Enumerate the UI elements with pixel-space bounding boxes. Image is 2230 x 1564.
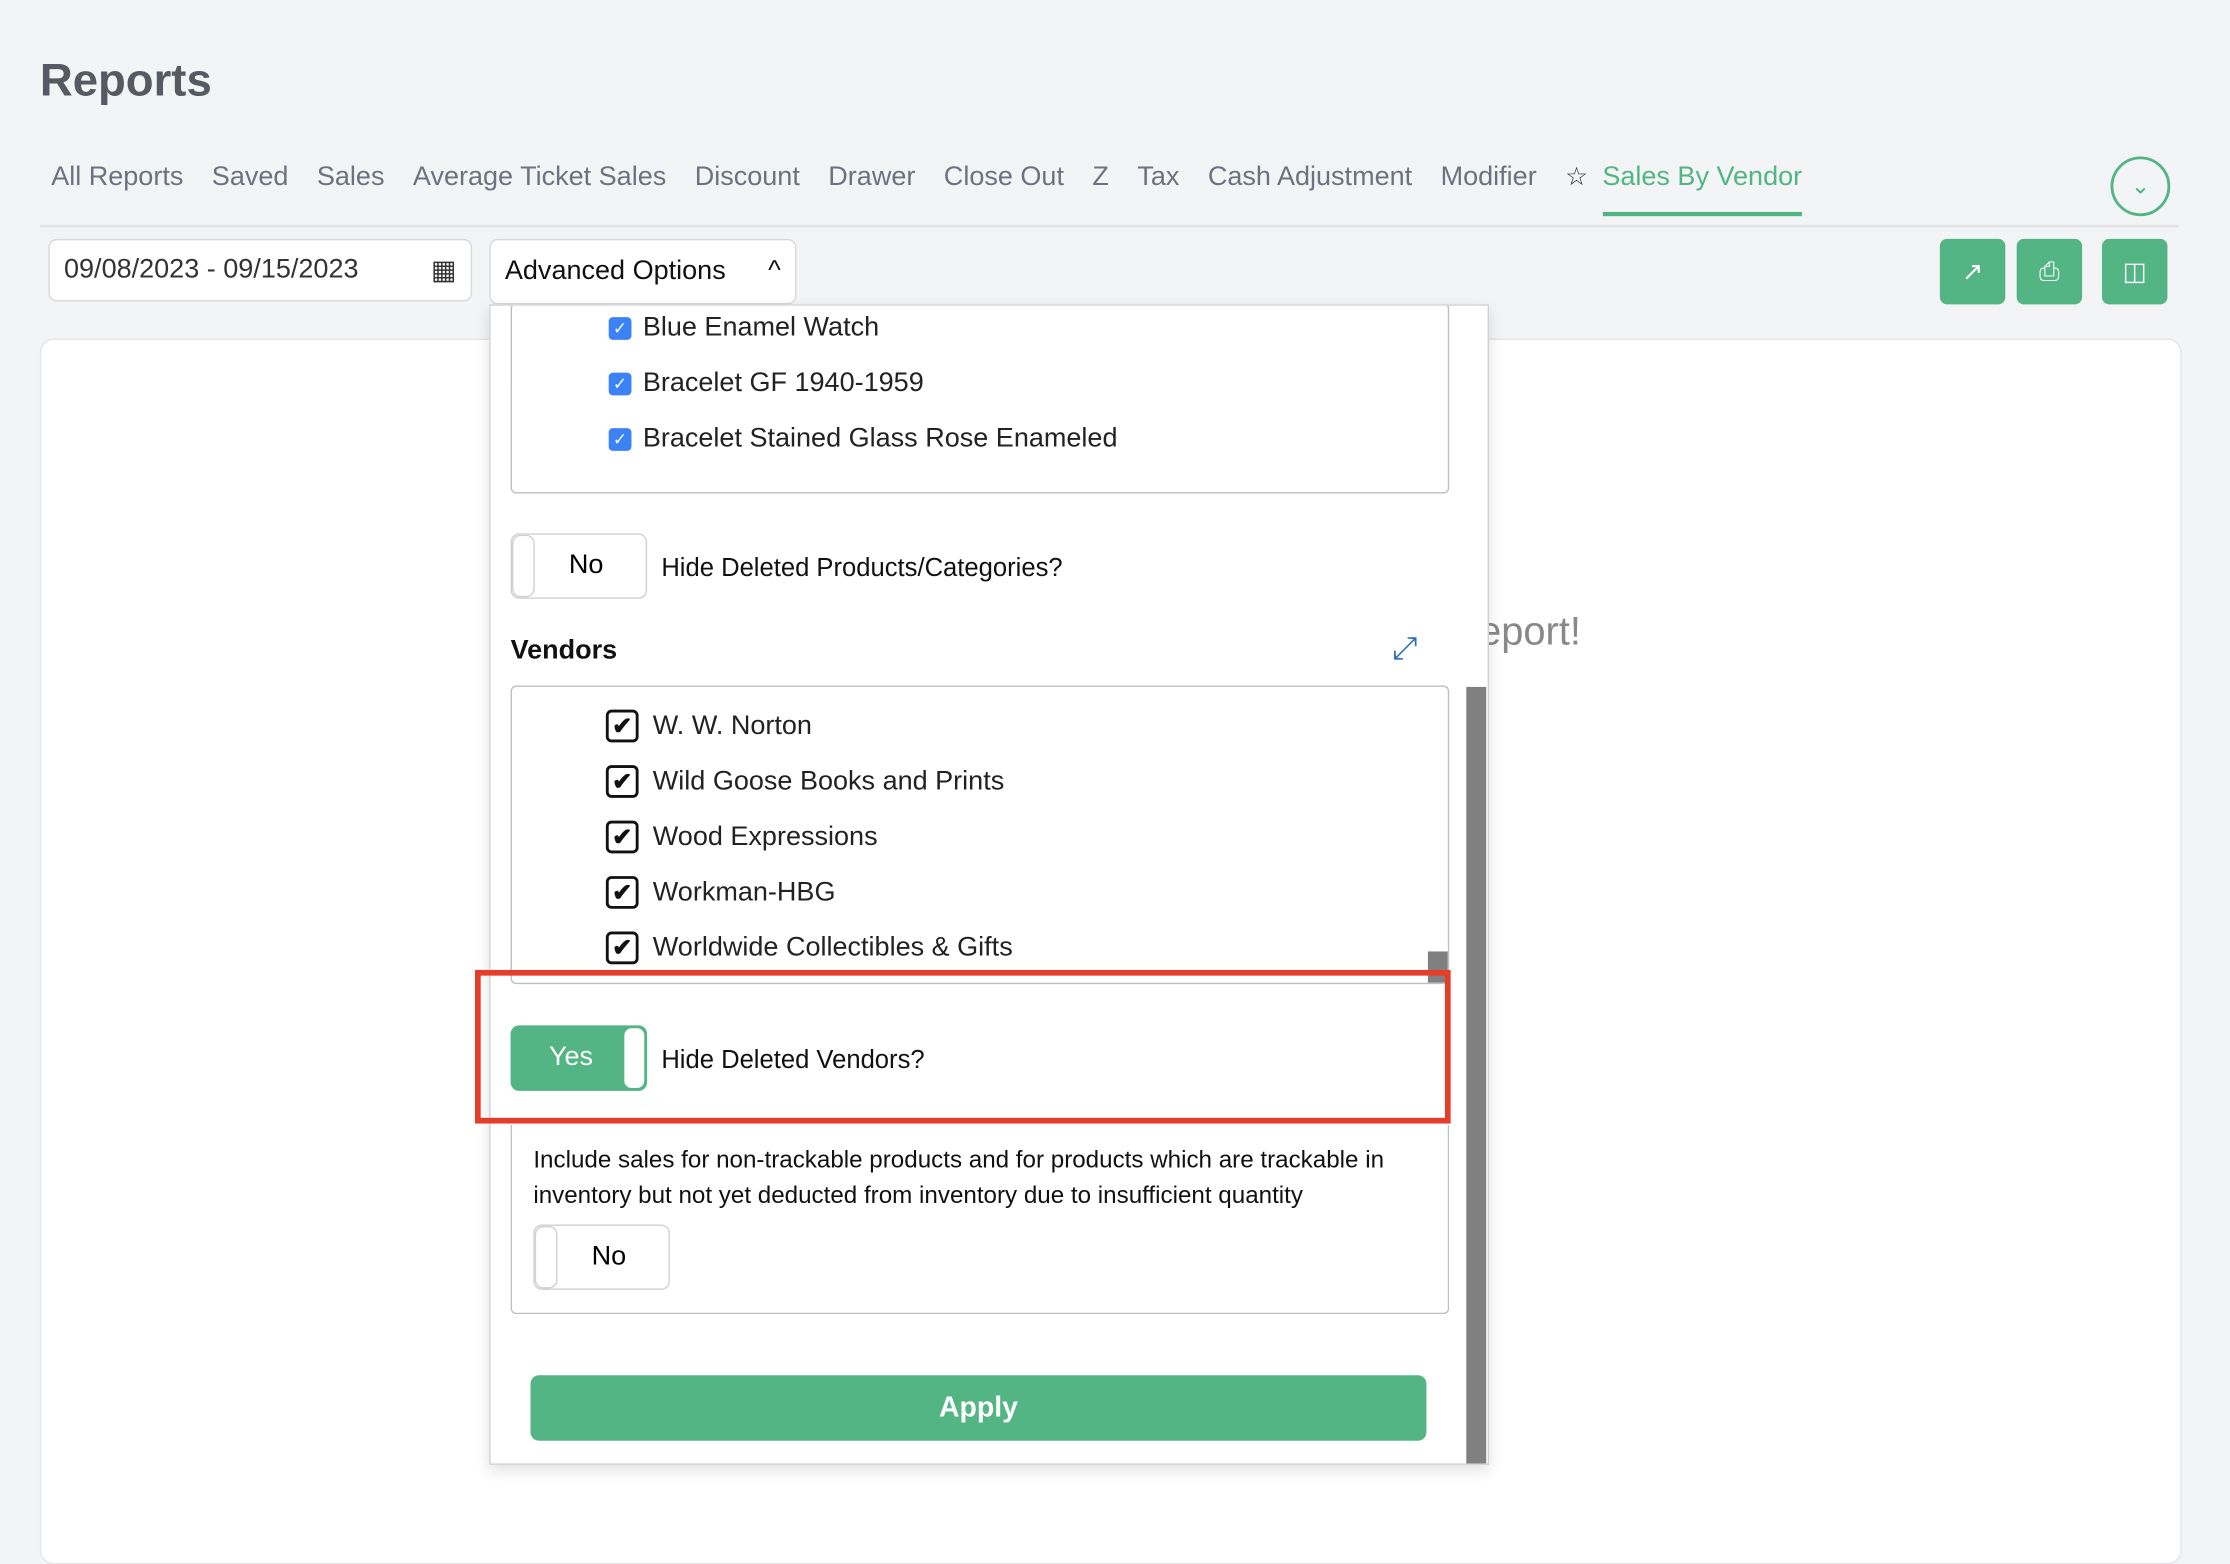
checkbox-icon[interactable]: ✔: [605, 820, 639, 854]
advanced-options-button[interactable]: Advanced Options ^: [489, 238, 797, 305]
date-range-picker[interactable]: 09/08/2023 - 09/15/2023 ▦: [48, 238, 473, 302]
date-range-value: 09/08/2023 - 09/15/2023: [63, 254, 359, 285]
checkbox-icon[interactable]: ✔: [605, 709, 639, 743]
toggle-value: No: [591, 1241, 627, 1272]
tab-drawer[interactable]: Drawer: [828, 162, 915, 216]
advanced-options-panel: ✓ Blue Enamel Watch ✓ Bracelet GF 1940-195…: [489, 304, 1490, 1465]
report-tabs: All Reports Saved Sales Average Ticket S…: [51, 162, 1803, 217]
vendor-item[interactable]: ✔ Wild Goose Books and Prints: [605, 765, 1005, 798]
vendor-list[interactable]: ✔ W. W. Norton ✔ Wild Goose Books and Prin…: [510, 685, 1450, 985]
vendor-label: Worldwide Collectibles & Gifts: [652, 932, 1013, 963]
tab-cash-adjustment[interactable]: Cash Adjustment: [1208, 162, 1412, 216]
tab-modifier[interactable]: Modifier: [1441, 162, 1537, 216]
tab-sales-by-vendor[interactable]: Sales By Vendor: [1602, 162, 1803, 217]
tab-tax[interactable]: Tax: [1137, 162, 1179, 216]
product-item[interactable]: ✓ Bracelet Stained Glass Rose Enameled: [608, 423, 1118, 455]
toggle-value: No: [568, 550, 604, 581]
product-label: Bracelet GF 1940-1959: [642, 368, 924, 399]
vendor-item[interactable]: ✔ Wood Expressions: [605, 820, 878, 854]
product-list[interactable]: ✓ Blue Enamel Watch ✓ Bracelet GF 1940-195…: [510, 305, 1450, 494]
tab-all-reports[interactable]: All Reports: [51, 162, 183, 216]
calendar-icon: ▦: [430, 255, 457, 286]
tab-average-ticket-sales[interactable]: Average Ticket Sales: [413, 162, 666, 216]
product-label: Blue Enamel Watch: [642, 312, 880, 343]
panel-scrollbar[interactable]: [1466, 686, 1487, 1464]
print-button[interactable]: ⎙: [2016, 238, 2083, 305]
report-placeholder-text: eport!: [1479, 608, 1581, 653]
print-icon: ⎙: [2039, 256, 2060, 286]
tab-close-out[interactable]: Close Out: [944, 162, 1064, 216]
columns-button[interactable]: ◫: [2102, 238, 2168, 305]
checkbox-icon[interactable]: ✔: [605, 765, 639, 798]
chevron-up-icon: ^: [768, 255, 781, 286]
share-icon: ↗: [1961, 256, 1984, 286]
nontrackable-description: Include sales for non-trackable products…: [533, 1146, 1385, 1209]
vendor-label: W. W. Norton: [652, 710, 812, 741]
apply-button[interactable]: Apply: [530, 1375, 1427, 1441]
vendor-item[interactable]: ✔ Worldwide Collectibles & Gifts: [605, 931, 1013, 965]
toggle-knob: [534, 1225, 558, 1289]
vendors-heading: Vendors: [510, 635, 618, 666]
checkbox-icon[interactable]: ✔: [605, 931, 639, 965]
columns-icon: ◫: [2122, 256, 2147, 286]
tab-sales[interactable]: Sales: [317, 162, 385, 216]
advanced-options-label: Advanced Options: [504, 255, 726, 286]
hide-deleted-products-toggle[interactable]: No: [510, 533, 648, 599]
tabs-divider: [39, 224, 2179, 228]
nontrackable-section: Include sales for non-trackable products…: [510, 1124, 1450, 1315]
highlight-box: [475, 969, 1451, 1124]
star-icon[interactable]: ☆: [1565, 162, 1588, 216]
product-item[interactable]: ✓ Blue Enamel Watch: [608, 312, 880, 344]
vendor-label: Wild Goose Books and Prints: [652, 765, 1005, 796]
vendor-item[interactable]: ✔ W. W. Norton: [605, 709, 812, 743]
include-nontrackable-toggle[interactable]: No: [533, 1224, 670, 1290]
product-label: Bracelet Stained Glass Rose Enameled: [642, 423, 1118, 454]
page-title: Reports: [39, 54, 212, 106]
vendor-label: Wood Expressions: [652, 821, 878, 852]
tab-saved[interactable]: Saved: [212, 162, 289, 216]
chevron-down-icon[interactable]: ⌄: [2110, 156, 2171, 217]
hide-deleted-products-label: Hide Deleted Products/Categories?: [661, 553, 1063, 582]
expand-icon[interactable]: ⤢: [1392, 630, 1417, 667]
checkbox-icon[interactable]: ✓: [608, 428, 632, 451]
tab-discount[interactable]: Discount: [695, 162, 800, 216]
checkbox-icon[interactable]: ✔: [605, 876, 639, 909]
vendor-item[interactable]: ✔ Workman-HBG: [605, 876, 836, 909]
checkbox-icon[interactable]: ✓: [608, 372, 632, 396]
share-button[interactable]: ↗: [1939, 238, 2006, 305]
tab-z[interactable]: Z: [1092, 162, 1109, 216]
vendor-label: Workman-HBG: [652, 876, 836, 907]
checkbox-icon[interactable]: ✓: [608, 317, 632, 340]
toggle-knob: [511, 534, 535, 598]
product-item[interactable]: ✓ Bracelet GF 1940-1959: [608, 368, 924, 399]
